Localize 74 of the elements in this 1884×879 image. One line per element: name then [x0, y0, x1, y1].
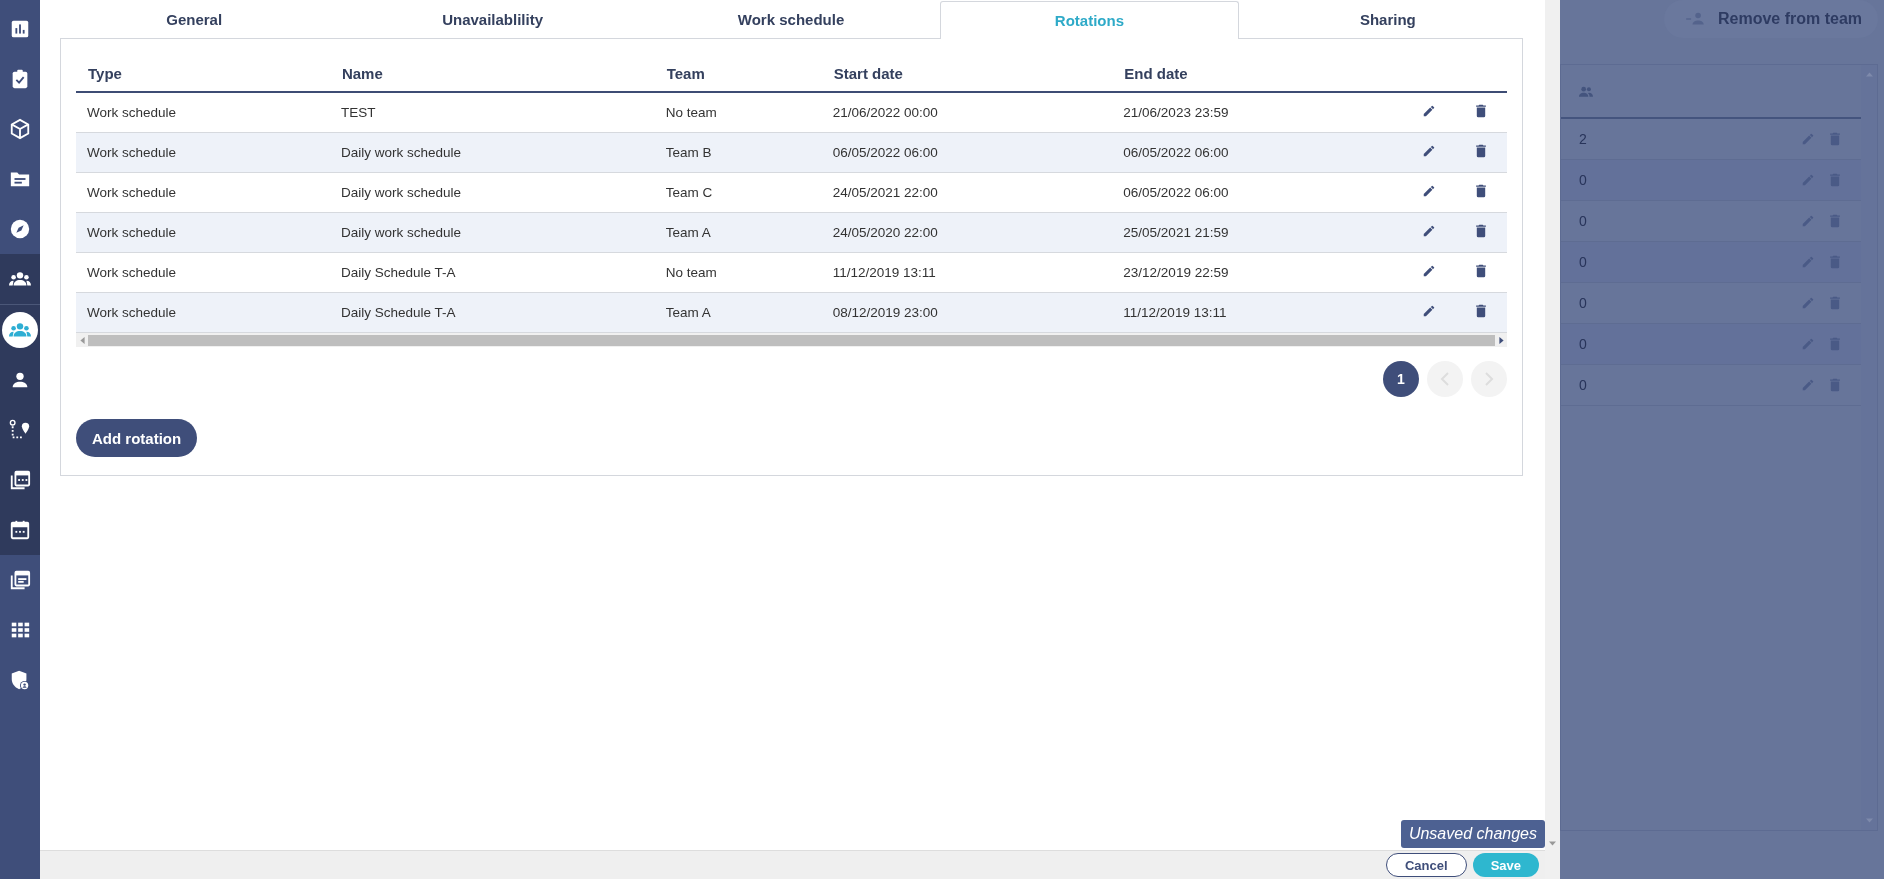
table-cell: Work schedule [76, 292, 330, 333]
scroll-right-icon[interactable] [1497, 336, 1505, 344]
calendar-stack-icon [9, 469, 31, 491]
edit-icon[interactable] [1422, 304, 1436, 318]
tab[interactable]: Unavailablility [343, 0, 642, 38]
table-cell: Daily Schedule T-A [329, 252, 655, 293]
delete-icon[interactable] [1475, 184, 1487, 198]
table-cell: Work schedule [76, 172, 330, 213]
calendar-list-icon [9, 569, 31, 591]
delete-icon[interactable] [1475, 264, 1487, 278]
delete-icon[interactable] [1475, 144, 1487, 158]
table-cell: 11/12/2019 13:11 [821, 252, 1113, 293]
table-cell: 06/05/2022 06:00 [1112, 132, 1403, 173]
table-cell: Work schedule [76, 252, 330, 293]
table-cell: 21/06/2022 00:00 [821, 92, 1113, 133]
delete-icon[interactable] [1475, 224, 1487, 238]
table-cell: 25/05/2021 21:59 [1112, 212, 1403, 253]
tab[interactable]: General [45, 0, 344, 38]
table-cell: Team A [654, 212, 822, 253]
column-header: Type [76, 55, 330, 92]
table-cell-text: 0 [1579, 336, 1588, 352]
edit-icon[interactable] [1422, 184, 1436, 198]
table-cell-text: 0 [1579, 172, 1588, 188]
edit-icon[interactable] [1422, 224, 1436, 238]
table-cell: 08/12/2019 23:00 [821, 292, 1113, 333]
vertical-scrollbar[interactable] [1545, 0, 1560, 879]
table-cell: Team B [654, 132, 822, 173]
table-cell: Daily work schedule [329, 212, 655, 253]
tab[interactable]: Work schedule [641, 0, 941, 38]
table-cell-text: 2 [1579, 131, 1588, 147]
table-cell: Work schedule [76, 212, 330, 253]
calendar-icon [9, 519, 31, 541]
people-icon [1579, 85, 1593, 97]
table-cell: 11/12/2019 13:11 [1112, 292, 1403, 333]
table-cell: Daily work schedule [329, 172, 655, 213]
column-header: Name [329, 55, 655, 92]
table-cell: 24/05/2021 22:00 [821, 172, 1113, 213]
unsaved-changes-badge: Unsaved changes [1400, 820, 1545, 848]
table-cell: Work schedule [76, 92, 330, 133]
table-cell: 24/05/2020 22:00 [821, 212, 1113, 253]
table-cell: No team [654, 92, 822, 133]
table-cell: Daily Schedule T-A [329, 292, 655, 333]
column-header: Start date [821, 55, 1113, 92]
edit-icon[interactable] [1422, 144, 1436, 158]
box-icon [9, 118, 31, 140]
table-cell: Daily work schedule [329, 132, 655, 173]
table-cell: TEST [329, 92, 655, 133]
table-cell: Team A [654, 292, 822, 333]
compass-icon [9, 218, 31, 240]
edit-icon[interactable] [1422, 264, 1436, 278]
bar-chart-icon [9, 18, 31, 40]
table-cell: 21/06/2023 23:59 [1112, 92, 1403, 133]
table-cell: 23/12/2019 22:59 [1112, 252, 1403, 293]
table-cell: Work schedule [76, 132, 330, 173]
horizontal-scrollbar[interactable] [76, 333, 1507, 347]
edit-icon[interactable] [1422, 104, 1436, 118]
table-cell-text: 0 [1579, 254, 1588, 270]
table-cell: 06/05/2022 06:00 [1112, 172, 1403, 213]
shield-user-icon [9, 669, 31, 691]
table-cell-text: 0 [1579, 377, 1588, 393]
table-cell: No team [654, 252, 822, 293]
route-pin-icon [9, 419, 31, 441]
delete-icon[interactable] [1475, 304, 1487, 318]
page-button[interactable]: 1 [1383, 361, 1419, 397]
column-header: End date [1112, 55, 1403, 92]
delete-icon[interactable] [1475, 104, 1487, 118]
table-cell: 06/05/2022 06:00 [821, 132, 1113, 173]
table-cell: Team C [654, 172, 822, 213]
table-cell-text: 0 [1579, 295, 1588, 311]
column-header: Team [654, 55, 822, 92]
table-cell-text: 0 [1579, 213, 1588, 229]
tab[interactable]: Sharing [1238, 0, 1538, 38]
add-rotation-button[interactable]: Add rotation [76, 419, 198, 457]
cancel-button[interactable]: Cancel [1386, 853, 1467, 877]
